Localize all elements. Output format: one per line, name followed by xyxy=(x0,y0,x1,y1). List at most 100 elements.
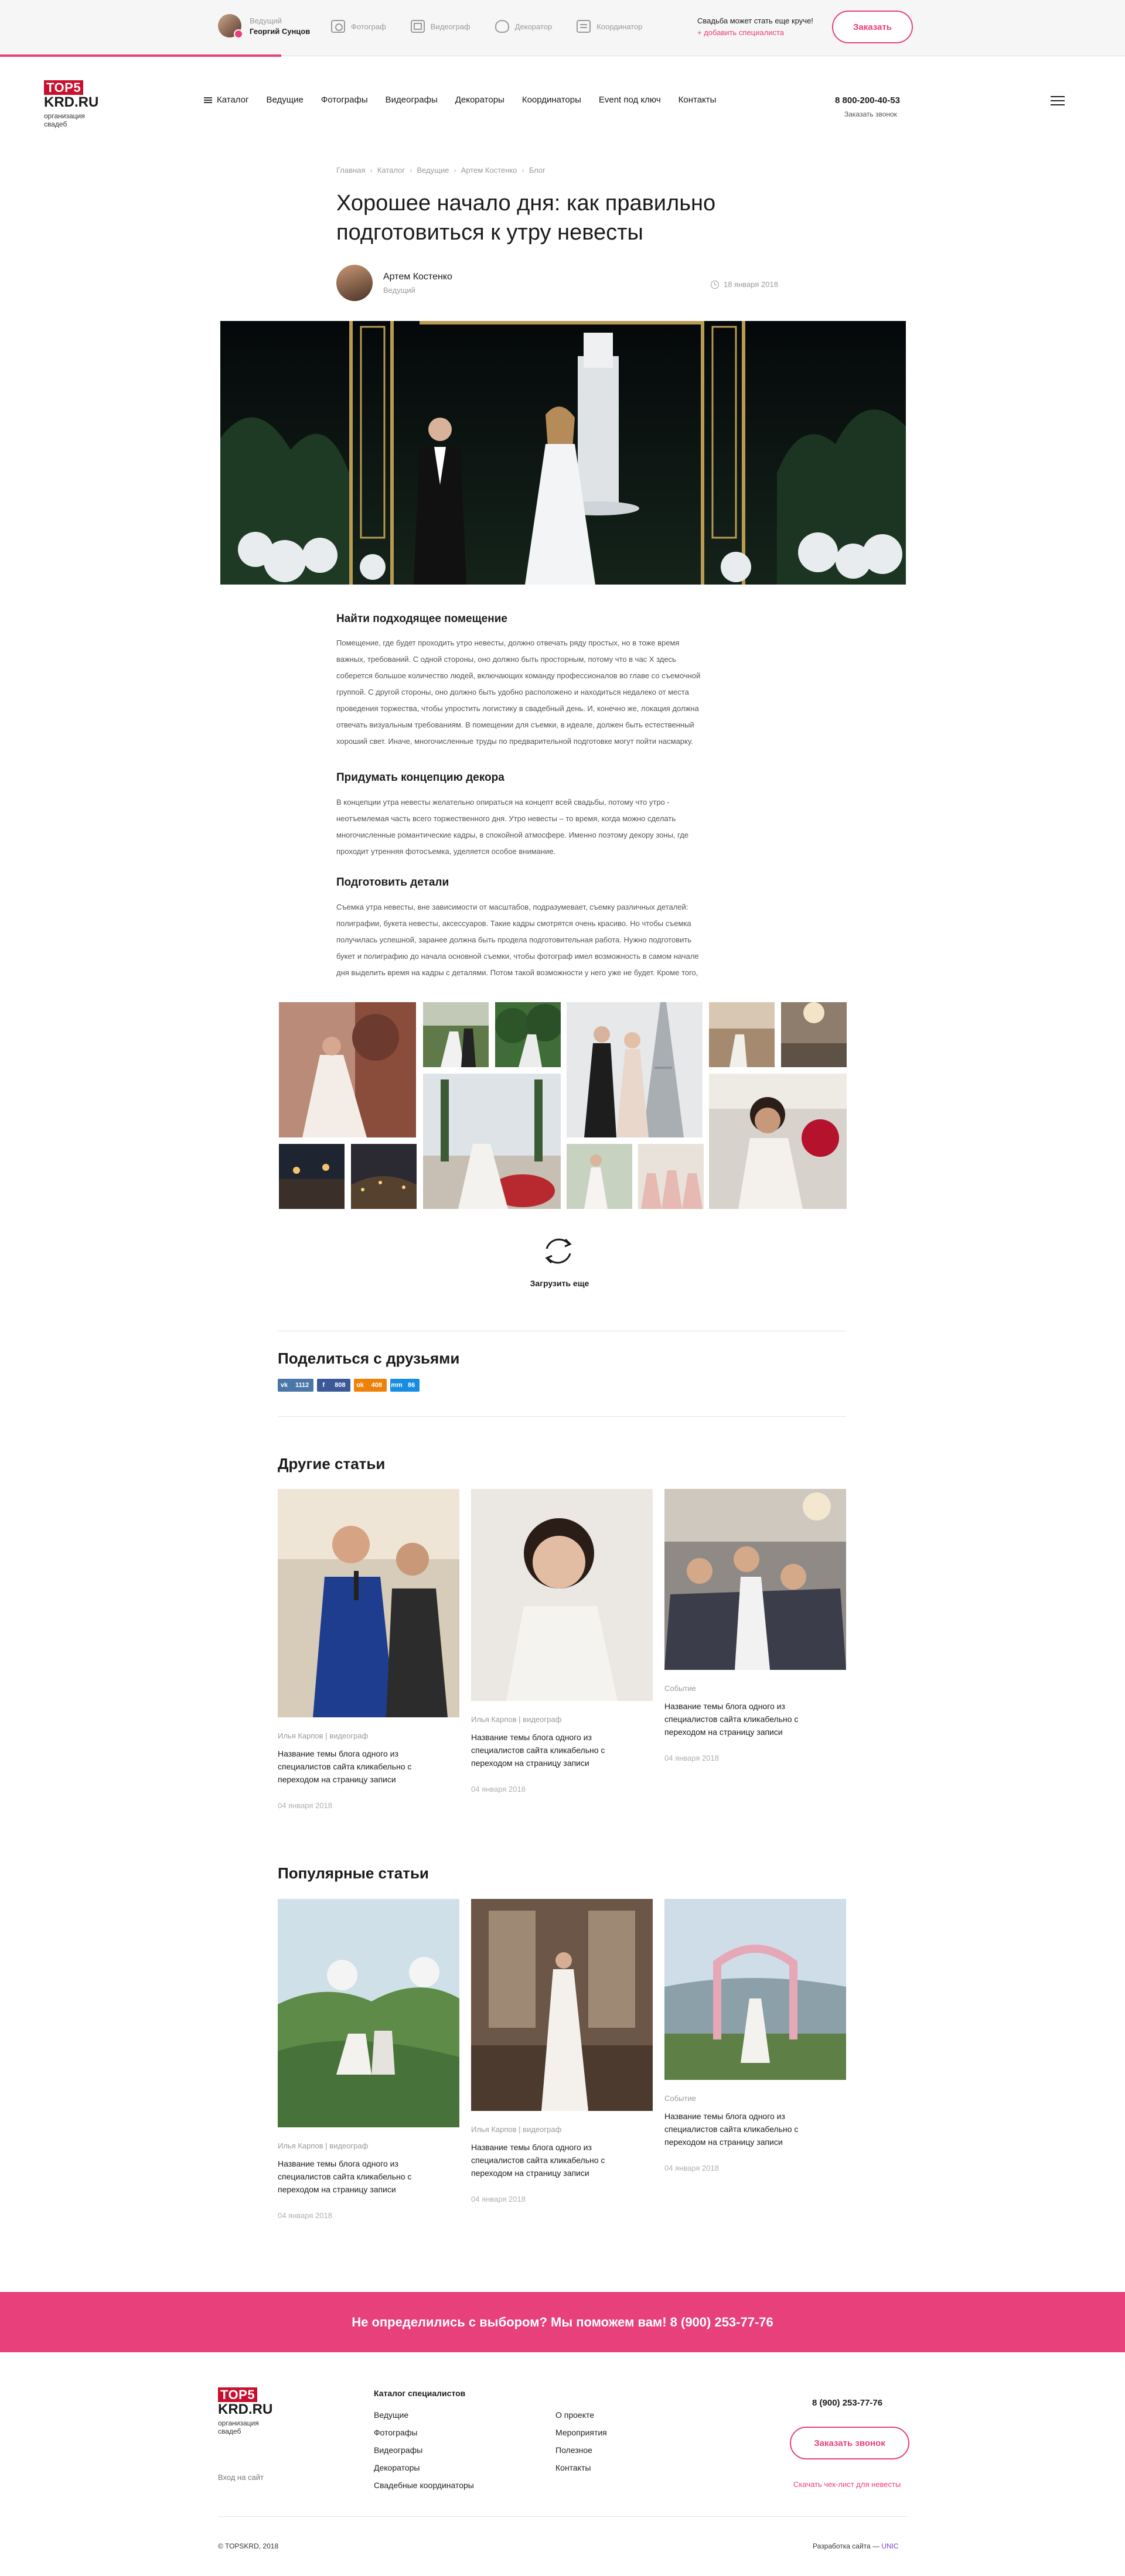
footer-link-photographers[interactable]: Фотографы xyxy=(374,2424,474,2441)
article-date: 18 января 2018 xyxy=(711,280,778,289)
top-accent-line xyxy=(0,54,281,57)
current-specialist[interactable]: Ведущий Георгий Сунцов xyxy=(218,14,310,39)
breadcrumb-current: Блог xyxy=(529,166,546,175)
card-image xyxy=(471,1489,653,1701)
header-phone[interactable]: 8 800-200-40-53 xyxy=(835,95,900,105)
breadcrumb: Главная › Каталог › Ведущие › Артем Костенк… xyxy=(336,166,546,175)
gallery-photo[interactable] xyxy=(279,1002,416,1137)
checklist-download-link[interactable]: Скачать чек-лист для невесты xyxy=(793,2480,901,2489)
footer-link-events[interactable]: Мероприятия xyxy=(555,2424,607,2441)
share-mymail-button[interactable]: mm 86 xyxy=(390,1379,420,1392)
gallery-photo[interactable] xyxy=(709,1074,847,1209)
card-meta: Илья Карпов | видеограф xyxy=(278,1731,369,1740)
slot-decorator[interactable]: Декоратор xyxy=(495,20,552,33)
section-heading: Подготовить детали xyxy=(336,876,449,889)
card-title: Название темы блога одного из специалист… xyxy=(471,1733,605,1768)
article-card[interactable]: Илья Карпов | видеограф Название темы бл… xyxy=(278,1899,459,2220)
card-meta: Илья Карпов | видеограф xyxy=(471,2125,562,2134)
clipboard-icon xyxy=(577,20,591,33)
vk-icon: vk xyxy=(280,1382,288,1389)
article-card[interactable]: Илья Карпов | видеограф Название темы бл… xyxy=(471,1899,653,2203)
gallery-photo[interactable] xyxy=(423,1074,561,1209)
odnoklassniki-icon: ok xyxy=(356,1382,364,1389)
nav-event-turnkey[interactable]: Event под ключ xyxy=(599,95,661,105)
footer-link-videographers[interactable]: Видеографы xyxy=(374,2441,474,2459)
breadcrumb-catalog[interactable]: Каталог xyxy=(377,166,405,175)
footer-link-useful[interactable]: Полезное xyxy=(555,2441,607,2459)
nav-hosts[interactable]: Ведущие xyxy=(267,95,304,105)
gallery-photo[interactable] xyxy=(351,1144,417,1209)
header-callback-link[interactable]: Заказать звонок xyxy=(844,110,897,118)
card-date: 04 января 2018 xyxy=(471,2195,526,2203)
article-card[interactable]: Событие Название темы блога одного из сп… xyxy=(664,1489,846,1762)
breadcrumb-home[interactable]: Главная xyxy=(336,166,365,175)
order-button[interactable]: Заказать xyxy=(832,11,913,43)
copyright: © TOPSKRD, 2018 xyxy=(218,2542,279,2550)
site-logo[interactable]: TOP5 KRD.RU организация свадеб xyxy=(44,80,98,128)
footer-link-about[interactable]: О проекте xyxy=(555,2406,607,2424)
gallery-photo[interactable] xyxy=(567,1144,632,1209)
share-facebook-button[interactable]: f 808 xyxy=(317,1379,350,1392)
cta-banner[interactable]: Не определились с выбором? Мы поможем ва… xyxy=(0,2292,1125,2352)
gallery-photo[interactable] xyxy=(781,1002,847,1067)
login-link[interactable]: Вход на сайт xyxy=(218,2473,264,2482)
nav-catalog[interactable]: Каталог xyxy=(204,95,249,105)
article-card[interactable]: Событие Название темы блога одного из сп… xyxy=(664,1899,846,2172)
gallery-photo[interactable] xyxy=(567,1002,703,1137)
section-heading: Придумать концепцию декора xyxy=(336,771,504,784)
footer-link-coordinators[interactable]: Свадебные координаторы xyxy=(374,2476,474,2494)
share-title: Поделиться с друзьями xyxy=(278,1350,460,1367)
gallery-photo[interactable] xyxy=(709,1002,775,1067)
remove-specialist-icon[interactable] xyxy=(234,29,243,39)
add-specialist-link[interactable]: + добавить специалиста xyxy=(697,28,784,37)
divider xyxy=(278,1416,846,1417)
reload-icon[interactable] xyxy=(540,1232,577,1270)
specialist-slots: Фотограф Видеограф Декоратор Координатор xyxy=(331,20,642,33)
footer-link-contacts[interactable]: Контакты xyxy=(555,2459,607,2476)
card-meta: Событие xyxy=(664,2094,696,2103)
footer-divider xyxy=(218,2516,907,2517)
section-paragraph: Съемка утра невесты, вне зависимости от … xyxy=(336,903,699,977)
load-more-button[interactable]: Загрузить еще xyxy=(516,1279,604,1288)
card-date: 04 января 2018 xyxy=(664,2164,719,2172)
article-card[interactable]: Илья Карпов | видеограф Название темы бл… xyxy=(278,1489,459,1810)
nav-coordinators[interactable]: Координаторы xyxy=(522,95,581,105)
card-date: 04 января 2018 xyxy=(664,1754,719,1762)
article-card[interactable]: Илья Карпов | видеограф Название темы бл… xyxy=(471,1489,653,1793)
footer-phone[interactable]: 8 (900) 253-77-76 xyxy=(812,2398,882,2408)
nav-decorators[interactable]: Декораторы xyxy=(455,95,504,105)
breadcrumb-hosts[interactable]: Ведущие xyxy=(417,166,449,175)
developer-link[interactable]: UNIC xyxy=(881,2542,898,2550)
top-bar: Ведущий Георгий Сунцов Фотограф Видеогра… xyxy=(0,0,1125,57)
menu-icon xyxy=(204,97,212,103)
breadcrumb-author[interactable]: Артем Костенко xyxy=(461,166,517,175)
nav-photographers[interactable]: Фотографы xyxy=(321,95,368,105)
card-date: 04 января 2018 xyxy=(278,1801,332,1810)
card-image xyxy=(278,1489,459,1717)
card-title: Название темы блога одного из специалист… xyxy=(278,1749,412,1784)
footer-catalog: Каталог специалистов Ведущие Фотографы В… xyxy=(374,2389,474,2494)
nav-videographers[interactable]: Видеографы xyxy=(386,95,438,105)
gallery-photo[interactable] xyxy=(638,1144,704,1209)
gallery-photo[interactable] xyxy=(495,1002,561,1067)
share-odnoklassniki-button[interactable]: ok 408 xyxy=(353,1379,387,1392)
footer-catalog-title: Каталог специалистов xyxy=(374,2389,466,2398)
hamburger-menu-icon[interactable] xyxy=(1051,96,1065,105)
slot-photographer[interactable]: Фотограф xyxy=(331,20,386,33)
author-block[interactable]: Артем Костенко Ведущий xyxy=(336,265,452,301)
section-paragraph: Помещение, где будет проходить утро неве… xyxy=(336,638,701,746)
card-image xyxy=(664,1899,846,2080)
card-date: 04 января 2018 xyxy=(471,1785,526,1793)
footer-callback-button[interactable]: Заказать звонок xyxy=(790,2427,909,2459)
video-camera-icon xyxy=(410,20,425,33)
footer-link-hosts[interactable]: Ведущие xyxy=(374,2406,474,2424)
slot-videographer[interactable]: Видеограф xyxy=(410,20,471,33)
footer-logo[interactable]: TOP5 KRD.RU организация свадеб xyxy=(218,2387,272,2435)
gallery-photo[interactable] xyxy=(279,1144,345,1209)
footer-link-decorators[interactable]: Декораторы xyxy=(374,2459,474,2476)
card-image xyxy=(664,1489,846,1670)
share-vk-button[interactable]: vk 1112 xyxy=(278,1379,314,1392)
gallery-photo[interactable] xyxy=(423,1002,489,1067)
slot-coordinator[interactable]: Координатор xyxy=(577,20,642,33)
nav-contacts[interactable]: Контакты xyxy=(679,95,717,105)
